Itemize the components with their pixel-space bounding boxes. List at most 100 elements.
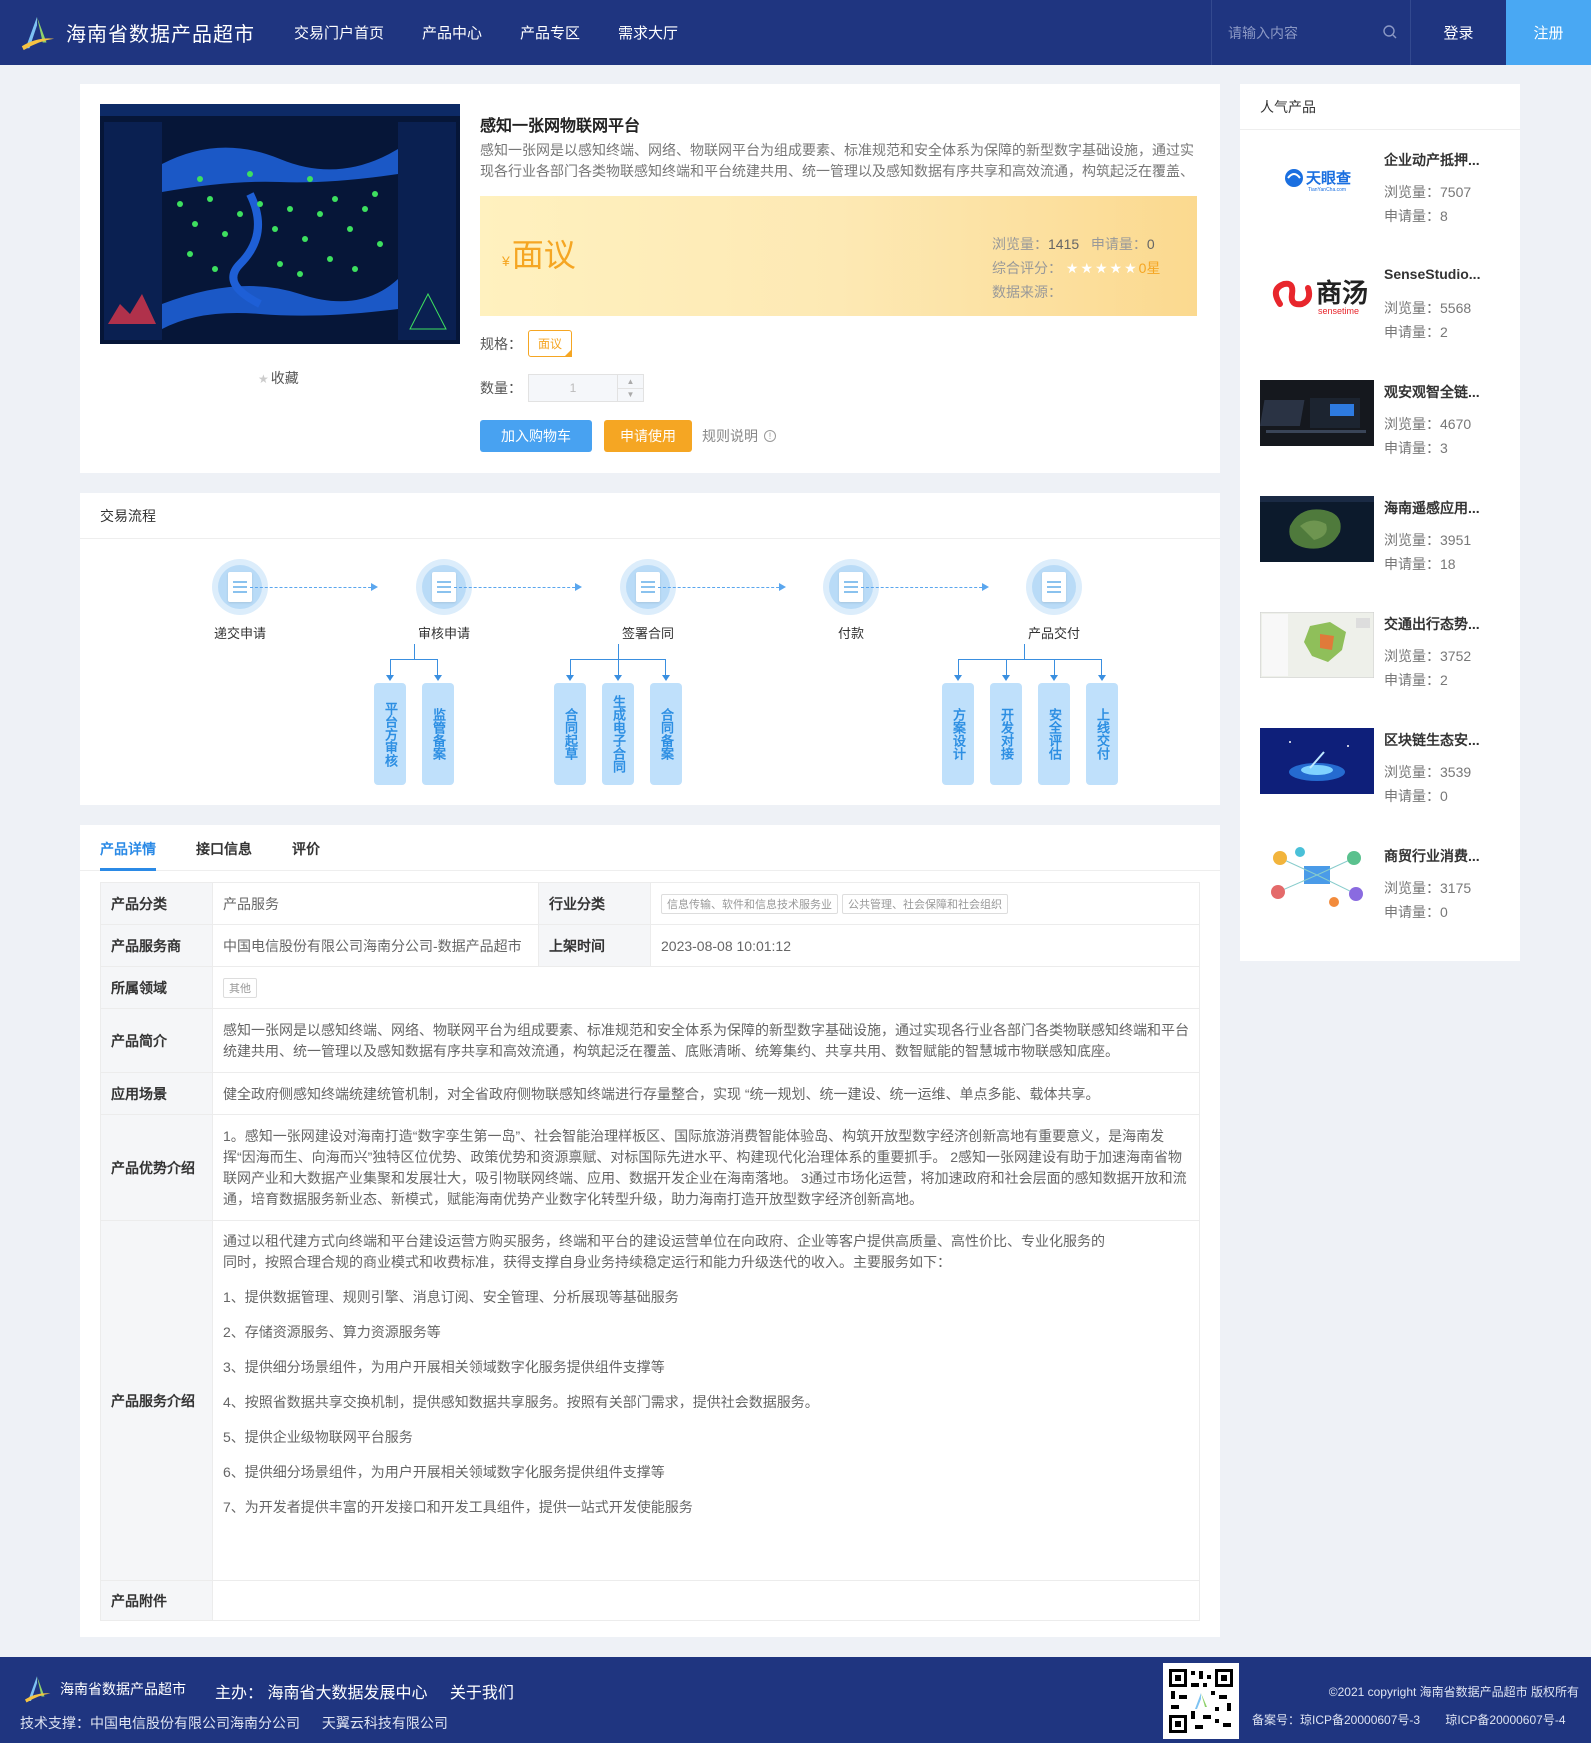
table-row: 产品简介 感知一张网是以感知终端、网络、物联网平台为组成要素、标准规范和安全体系… bbox=[100, 1008, 1200, 1073]
table-key: 产品附件 bbox=[100, 1580, 213, 1621]
flow-step-submit: 递交申请 bbox=[185, 559, 295, 642]
sub-step: 合同起草 bbox=[554, 683, 586, 785]
popular-item-name: 交通出行态势... bbox=[1384, 616, 1480, 632]
transaction-flow-card: 交易流程 递交申请 审核申请 签署合同 付款 产品交付 平台方审核 监管备案 合… bbox=[80, 493, 1220, 805]
service-item: 4、按照省数据共享交换机制，提供感知数据共享服务。按照有关部门需求，提供社会数据… bbox=[223, 1394, 819, 1410]
quantity-label: 数量： bbox=[480, 380, 522, 396]
table-value: 通过以租代建方式向终端和平台建设运营方购买服务，终端和平台的建设运营单位在向政府… bbox=[212, 1220, 1200, 1581]
popular-item[interactable]: 天眼查 TianYanCha.com 企业动产抵押... 浏览量：7507 申请… bbox=[1260, 136, 1510, 236]
down-arrow-icon bbox=[614, 675, 622, 681]
down-arrow-icon bbox=[386, 675, 394, 681]
product-stats: 浏览量：1415 申请量：0 综合评分： ★★★★★0星 数据来源： bbox=[992, 232, 1160, 304]
spec-label: 规格： bbox=[480, 335, 522, 352]
attachment-cell bbox=[212, 1580, 1200, 1621]
popular-item[interactable]: 海南遥感应用... 浏览量：3951 申请量：18 bbox=[1260, 484, 1510, 584]
popular-item[interactable]: 交通出行态势... 浏览量：3752 申请量：2 bbox=[1260, 600, 1510, 700]
popular-item[interactable]: 商贸行业消费... 浏览量：3175 申请量：0 bbox=[1260, 832, 1510, 932]
nav-product-center[interactable]: 产品中心 bbox=[422, 22, 482, 43]
applies-label: 申请量： bbox=[1090, 236, 1147, 252]
table-key: 所属领域 bbox=[100, 966, 213, 1009]
popular-item-name: 观安观智全链... bbox=[1384, 384, 1480, 400]
thumb-logo-subtext: sensetime bbox=[1318, 306, 1359, 316]
product-detail-card: 产品详情 接口信息 评价 产品分类 产品服务 行业分类 信息传输、软件和信息技术… bbox=[80, 825, 1220, 1637]
table-key: 产品优势介绍 bbox=[100, 1114, 213, 1221]
popular-item[interactable]: 商汤 sensetime SenseStudio... 浏览量：5568 申请量… bbox=[1260, 252, 1510, 352]
product-thumbnail bbox=[1260, 380, 1374, 446]
domain-tag: 其他 bbox=[223, 977, 257, 998]
icp-record[interactable]: 备案号：琼ICP备20000607号-3 bbox=[1252, 1713, 1420, 1727]
branch-line bbox=[1006, 659, 1007, 675]
table-row: 产品附件 bbox=[100, 1580, 1200, 1621]
product-description: 感知一张网是以感知终端、网络、物联网平台为组成要素、标准规范和安全体系为保障的新… bbox=[480, 142, 1194, 179]
step-label: 签署合同 bbox=[621, 626, 674, 641]
sub-step: 生成电子合同 bbox=[602, 683, 634, 785]
step-label: 审核申请 bbox=[417, 626, 470, 641]
collect-label: 收藏 bbox=[270, 370, 299, 386]
decrease-icon[interactable]: ▼ bbox=[618, 389, 643, 402]
down-arrow-icon bbox=[566, 675, 574, 681]
popular-item-views: 浏览量：3175 bbox=[1384, 880, 1472, 896]
table-key: 产品分类 bbox=[100, 882, 213, 925]
table-row: 产品优势介绍 1。感知一张网建设对海南打造“数字孪生第一岛”、社会智能治理样板区… bbox=[100, 1114, 1200, 1221]
popular-item-views: 浏览量：3752 bbox=[1384, 648, 1472, 664]
search-input[interactable] bbox=[1228, 24, 1378, 41]
login-button[interactable]: 登录 bbox=[1411, 0, 1506, 65]
popular-item-name: 商贸行业消费... bbox=[1384, 848, 1480, 864]
icp-record[interactable]: 琼ICP备20000607号-4 bbox=[1445, 1713, 1565, 1727]
add-to-cart-button[interactable]: 加入购物车 bbox=[480, 420, 592, 452]
down-arrow-icon bbox=[1050, 675, 1058, 681]
views-label: 浏览量： bbox=[992, 236, 1048, 252]
quantity-input[interactable] bbox=[529, 375, 617, 401]
collect-button[interactable]: ★ 收藏 bbox=[258, 368, 299, 388]
table-key: 产品简介 bbox=[100, 1008, 213, 1073]
info-icon: ! bbox=[764, 430, 776, 442]
tab-api-info[interactable]: 接口信息 bbox=[196, 839, 252, 859]
flow-step-contract: 签署合同 bbox=[593, 559, 703, 642]
flow-arrow-icon bbox=[454, 583, 582, 591]
flow-step-payment: 付款 bbox=[796, 559, 906, 642]
popular-item[interactable]: 区块链生态安... 浏览量：3539 申请量：0 bbox=[1260, 716, 1510, 816]
footer-logo[interactable]: 海南省数据产品超市 bbox=[22, 1673, 186, 1705]
service-item: 2、存储资源服务、算力资源服务等 bbox=[223, 1324, 441, 1340]
sub-step: 监管备案 bbox=[422, 683, 454, 785]
nav-demand-hall[interactable]: 需求大厅 bbox=[618, 22, 678, 43]
spec-option[interactable]: 面议 bbox=[528, 330, 573, 357]
nav-home[interactable]: 交易门户首页 bbox=[294, 22, 384, 43]
detail-tabs: 产品详情 接口信息 评价 bbox=[80, 825, 1220, 871]
register-button[interactable]: 注册 bbox=[1506, 0, 1591, 65]
apply-use-button[interactable]: 申请使用 bbox=[604, 420, 692, 452]
applies-count: 0 bbox=[1146, 236, 1155, 252]
search-icon[interactable] bbox=[1382, 24, 1398, 40]
table-value: 其他 bbox=[212, 966, 1200, 1009]
site-logo[interactable]: 海南省数据产品超市 bbox=[18, 13, 255, 53]
views-count: 1415 bbox=[1048, 236, 1080, 252]
about-link[interactable]: 关于我们 bbox=[450, 1685, 514, 1702]
price-value: 面议 bbox=[511, 237, 576, 273]
document-icon bbox=[228, 572, 252, 602]
footer-host: 主办： 海南省大数据发展中心 bbox=[215, 1685, 428, 1702]
service-item: 7、为开发者提供丰富的开发接口和开发工具组件，提供一站式开发使能服务 bbox=[223, 1499, 693, 1515]
popular-item-applies: 申请量：2 bbox=[1384, 324, 1448, 340]
table-value: 信息传输、软件和信息技术服务业 公共管理、社会保障和社会组织 bbox=[650, 882, 1200, 925]
step-label: 产品交付 bbox=[1027, 626, 1080, 641]
sub-step: 平台方审核 bbox=[374, 683, 406, 785]
flow-arrow-icon bbox=[861, 583, 989, 591]
logo-icon bbox=[25, 1676, 51, 1703]
popular-item[interactable]: 观安观智全链... 浏览量：4670 申请量：3 bbox=[1260, 368, 1510, 468]
rules-link[interactable]: 规则说明! bbox=[702, 426, 776, 446]
popular-item-applies: 申请量：0 bbox=[1384, 788, 1448, 804]
product-thumbnail bbox=[1260, 612, 1374, 678]
popular-title: 人气产品 bbox=[1240, 84, 1520, 130]
service-item: 5、提供企业级物联网平台服务 bbox=[223, 1429, 413, 1445]
tab-product-detail[interactable]: 产品详情 bbox=[100, 839, 156, 859]
search-box bbox=[1211, 0, 1411, 65]
popular-item-views: 浏览量：4670 bbox=[1384, 416, 1472, 432]
sub-step: 开发对接 bbox=[990, 683, 1022, 785]
table-value: 产品服务 bbox=[212, 882, 539, 925]
increase-icon[interactable]: ▲ bbox=[618, 375, 643, 389]
nav-product-zone[interactable]: 产品专区 bbox=[520, 22, 580, 43]
tab-reviews[interactable]: 评价 bbox=[292, 839, 320, 859]
down-arrow-icon bbox=[662, 675, 670, 681]
table-key: 应用场景 bbox=[100, 1072, 213, 1115]
footer-tech-support: 技术支撑：中国电信股份有限公司海南分公司 天翼云科技有限公司 bbox=[20, 1713, 466, 1733]
